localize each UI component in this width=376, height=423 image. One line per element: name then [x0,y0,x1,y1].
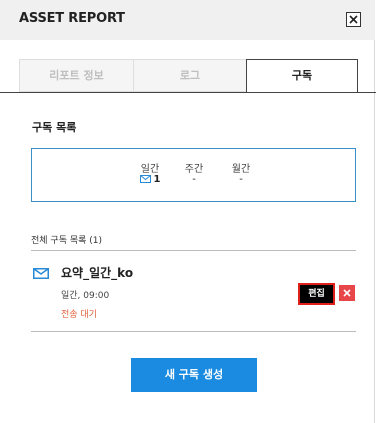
tab-report-info[interactable]: 리포트 정보 [19,59,134,92]
subscription-summary: 일간 1 주간 - 월간 - [31,148,356,202]
mail-icon [139,175,151,183]
tab-bar: 리포트 정보 로그 구독 [19,59,358,92]
list-bottom-divider [31,331,356,332]
tab-log[interactable]: 로그 [133,59,247,92]
close-icon [349,15,358,24]
delete-button[interactable] [339,285,355,301]
summary-monthly-value: - [239,174,243,185]
page-title: ASSET REPORT [19,11,125,26]
close-icon [343,289,351,297]
tab-subscription[interactable]: 구독 [246,59,358,92]
summary-weekly: 주간 - [174,160,214,188]
summary-weekly-label: 주간 [184,164,204,175]
summary-monthly: 월간 - [221,160,261,188]
summary-daily-label: 일간 [140,164,160,175]
subscription-name: 요약_일간_ko [61,266,134,280]
asset-report-panel: ASSET REPORT 리포트 정보 로그 구독 구독 목록 일간 1 주간 [0,0,376,423]
subscription-status: 전송 대기 [61,310,97,320]
summary-daily-value-wrap: 1 [130,174,170,188]
list-top-divider [31,250,356,251]
all-subscriptions-title: 전체 구독 목록 (1) [31,236,103,246]
subscription-list-title: 구독 목록 [32,121,77,134]
create-subscription-button[interactable]: 새 구독 생성 [131,358,257,392]
subscription-schedule: 일간, 09:00 [61,291,110,301]
edit-button[interactable]: 편집 [298,283,335,305]
panel-header: ASSET REPORT [0,0,375,40]
close-button[interactable] [346,12,361,27]
summary-daily: 일간 1 [130,160,170,188]
summary-monthly-label: 월간 [231,164,251,175]
summary-weekly-value: - [192,174,196,185]
tabs-divider [0,92,376,93]
mail-icon [33,268,49,279]
summary-daily-value: 1 [153,174,161,185]
